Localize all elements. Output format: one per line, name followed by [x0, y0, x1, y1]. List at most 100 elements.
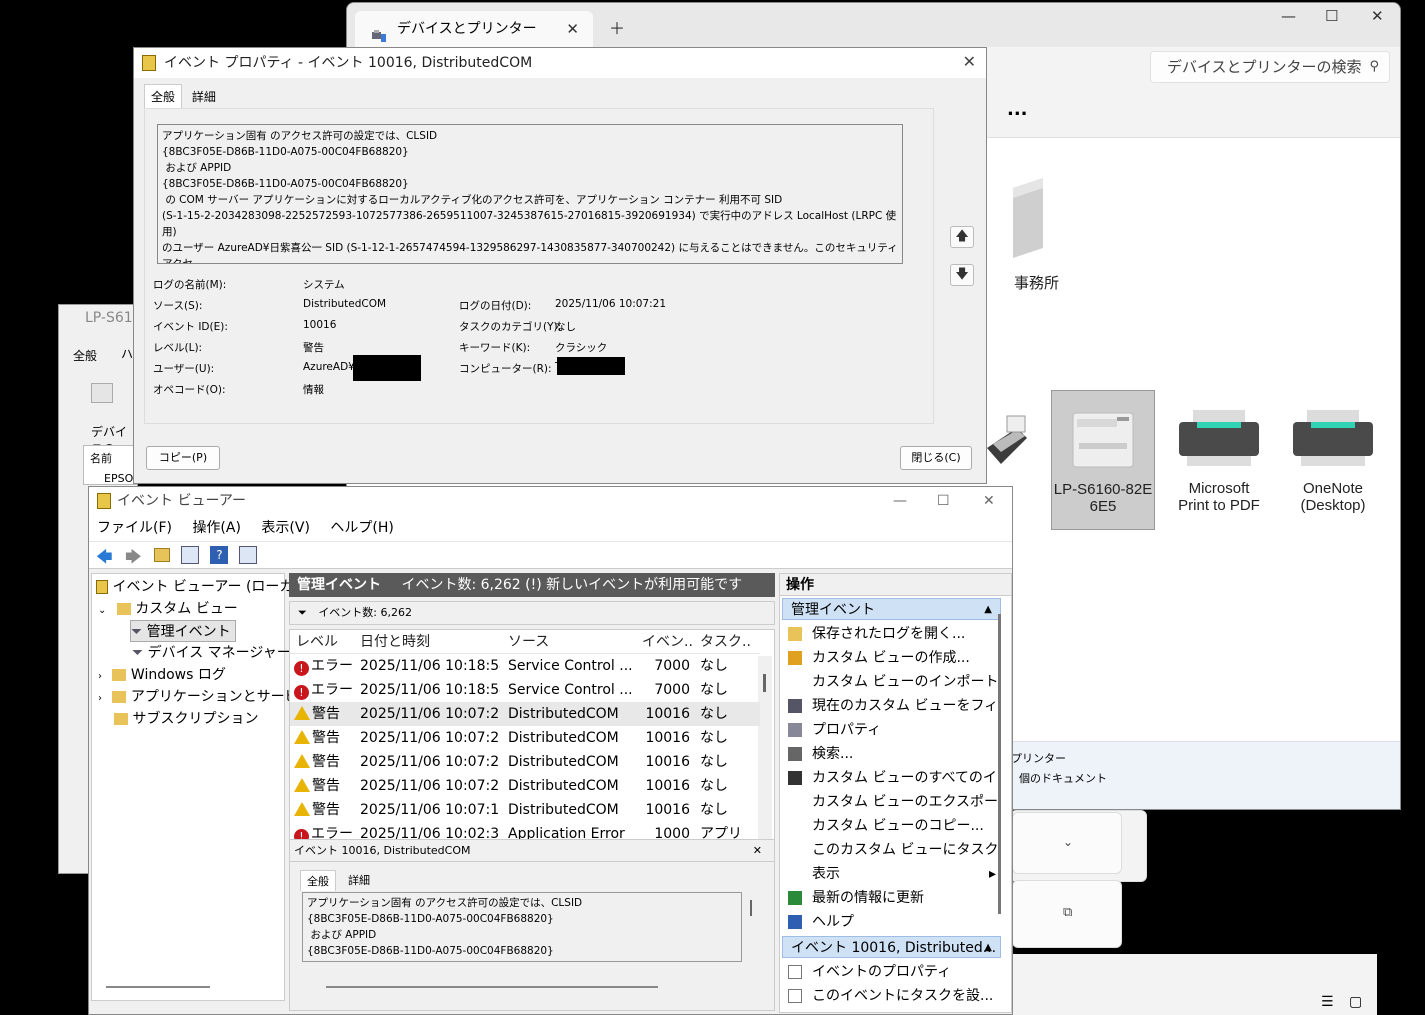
scrollbar-thumb[interactable] [763, 674, 766, 692]
menu-file[interactable]: ファイル(F) [97, 520, 172, 536]
show-action-pane-icon[interactable] [239, 546, 258, 564]
device-onenote[interactable]: OneNote (Desktop) [1281, 390, 1385, 530]
folder-up-icon[interactable] [154, 548, 171, 562]
detail-hscrollbar[interactable] [326, 986, 658, 988]
col-source[interactable]: ソース [508, 630, 634, 654]
action-item[interactable]: カスタム ビューのエクスポー... [780, 790, 1000, 814]
tree-windows-logs[interactable]: › Windows ログ [98, 664, 226, 686]
table-row[interactable]: 警告 2025/11/06 10:07:21 DistributedCOM 10016… [290, 702, 760, 726]
table-row[interactable]: 警告 2025/11/06 10:07:20 DistributedCOM 10016… [290, 750, 760, 774]
collapse-icon[interactable]: ▲ [984, 599, 992, 621]
detail-vscrollbar[interactable] [750, 900, 752, 916]
action-item[interactable]: カスタム ビューのすべてのイ... [780, 766, 1000, 790]
minimize-icon[interactable]: — [893, 487, 907, 515]
tab-devices-printers[interactable]: デバイスとプリンター ✕ [355, 11, 593, 47]
event-viewer-icon [142, 55, 156, 71]
device-lp-s6160[interactable]: LP-S6160-82E 6E5 [1051, 390, 1155, 530]
cell-id: 10016 [645, 802, 690, 818]
cell-id: 10016 [645, 706, 690, 722]
maximize-icon[interactable]: ☐ [937, 487, 950, 515]
next-event-button[interactable]: 🡇 [950, 264, 974, 286]
help-icon[interactable]: ? [210, 546, 229, 564]
filter-create-icon [788, 651, 802, 665]
event-action-item[interactable]: イベントのプロパティ [780, 960, 1000, 984]
action-item[interactable]: 現在のカスタム ビューをフィ... [780, 694, 1000, 718]
minimize-icon[interactable]: — [1281, 7, 1296, 25]
close-icon[interactable]: ✕ [983, 487, 995, 515]
tab-details[interactable]: 詳細 [186, 85, 222, 108]
action-item[interactable]: ヘルプ [780, 910, 1000, 934]
dialog-close-icon[interactable]: ✕ [963, 52, 976, 71]
collapsed-chevron-icon[interactable]: › [98, 671, 102, 682]
tree-device-manager[interactable]: ⏷ デバイス マネージャー - I [132, 642, 309, 664]
filter-icon: ⏷ [132, 645, 144, 661]
col-level[interactable]: レベル [296, 630, 356, 654]
more-options-button[interactable]: ... [1007, 99, 1028, 120]
maximize-icon[interactable]: ☐ [1325, 7, 1338, 25]
tab-close-icon[interactable]: ✕ [566, 11, 579, 47]
action-item[interactable]: カスタム ビューの作成... [780, 646, 1000, 670]
detail-close-icon[interactable]: ✕ [753, 840, 762, 862]
tree-subscriptions[interactable]: サブスクリプション [114, 708, 258, 730]
collapsed-chevron-icon[interactable]: › [98, 693, 102, 704]
detail-title: イベント 10016, DistributedCOM [294, 844, 471, 857]
action-item[interactable]: このカスタム ビューにタスク... [780, 838, 1000, 862]
tile-view-icon[interactable]: ▢ [1349, 994, 1362, 1010]
action-label: プロパティ [812, 722, 882, 738]
menu-help[interactable]: ヘルプ(H) [330, 520, 393, 536]
search-input[interactable]: デバイスとプリンターの検索 ⚲ [1150, 51, 1390, 83]
col-event-id[interactable]: イベン... [642, 630, 692, 654]
close-button[interactable]: 閉じる(C) [900, 446, 972, 470]
actions-scrollbar[interactable] [998, 614, 1001, 914]
action-item[interactable]: 最新の情報に更新 [780, 886, 1000, 910]
action-item[interactable]: 検索... [780, 742, 1000, 766]
action-item[interactable]: 保存されたログを開く... [780, 622, 1000, 646]
folder-icon [112, 669, 127, 681]
action-item[interactable]: カスタム ビューのコピー... [780, 814, 1000, 838]
menu-view[interactable]: 表示(V) [261, 520, 310, 536]
event-action-item[interactable]: このイベントにタスクを設... [780, 984, 1000, 1008]
back-arrow-icon[interactable]: 🡄 [96, 546, 114, 566]
tree-hscrollbar[interactable] [106, 986, 210, 988]
tree-admin-events[interactable]: ⏷ 管理イベント [130, 620, 236, 642]
new-tab-icon[interactable]: ＋ [609, 15, 625, 39]
detail-tab-details[interactable]: 詳細 [348, 872, 370, 888]
list-view-icon[interactable]: ☰ [1321, 994, 1334, 1010]
table-row[interactable]: 警告 2025/11/06 10:07:20 DistributedCOM 10016… [290, 726, 760, 750]
previous-event-button[interactable]: 🡅 [950, 226, 974, 248]
forward-arrow-icon[interactable]: 🡆 [125, 546, 143, 566]
expander-row[interactable]: ⌄ [1012, 812, 1122, 874]
table-row[interactable]: ! エラー 2025/11/06 10:18:54 Service Control .… [290, 654, 760, 678]
device-microsoft-pdf[interactable]: Microsoft Print to PDF [1167, 390, 1271, 530]
link-row[interactable]: ⧉ [1012, 880, 1122, 948]
action-item[interactable]: カスタム ビューのインポート... [780, 670, 1000, 694]
collapse-icon[interactable]: ▲ [984, 937, 992, 959]
tree-custom-views[interactable]: ⌄ カスタム ビュー [98, 598, 238, 620]
action-item[interactable]: プロパティ [780, 718, 1000, 742]
actions-section-event[interactable]: イベント 10016, Distributed... ▲ [782, 936, 1001, 958]
actions-section-admin-events[interactable]: 管理イベント ▲ [782, 598, 1001, 620]
warning-icon [294, 754, 310, 768]
warning-icon [294, 706, 310, 720]
show-hide-tree-icon[interactable] [181, 546, 200, 564]
tree-apps-services[interactable]: › アプリケーションとサービス I [98, 686, 321, 708]
col-task[interactable]: タスク... [700, 630, 750, 654]
action-item[interactable]: 表示 ▸ [780, 862, 1000, 886]
table-row[interactable]: ! エラー 2025/11/06 10:18:54 Service Control .… [290, 678, 760, 702]
expanded-chevron-icon[interactable]: ⌄ [98, 605, 106, 616]
menu-action[interactable]: 操作(A) [192, 520, 241, 536]
close-icon[interactable]: ✕ [1371, 7, 1384, 25]
tab-general[interactable]: 全般 [144, 84, 183, 108]
computer-label: コンピューター(R): [459, 363, 552, 375]
table-row[interactable]: 警告 2025/11/06 10:07:18 DistributedCOM 10016… [290, 798, 760, 822]
col-date[interactable]: 日付と時刻 [360, 630, 500, 654]
table-row[interactable]: 警告 2025/11/06 10:07:20 DistributedCOM 10016… [290, 774, 760, 798]
printer-props-tab-hardware[interactable]: ハ [121, 345, 133, 362]
tree-root[interactable]: イベント ビューアー (ローカル) [96, 576, 313, 598]
grid-scrollbar[interactable] [758, 656, 772, 844]
detail-tab-general[interactable]: 全般 [300, 870, 336, 891]
row-device[interactable]: EPSO [84, 470, 137, 487]
printer-props-tab-general[interactable]: 全般 [73, 347, 97, 364]
devices-printers-icon [371, 21, 387, 42]
copy-button[interactable]: コピー(P) [146, 446, 220, 470]
